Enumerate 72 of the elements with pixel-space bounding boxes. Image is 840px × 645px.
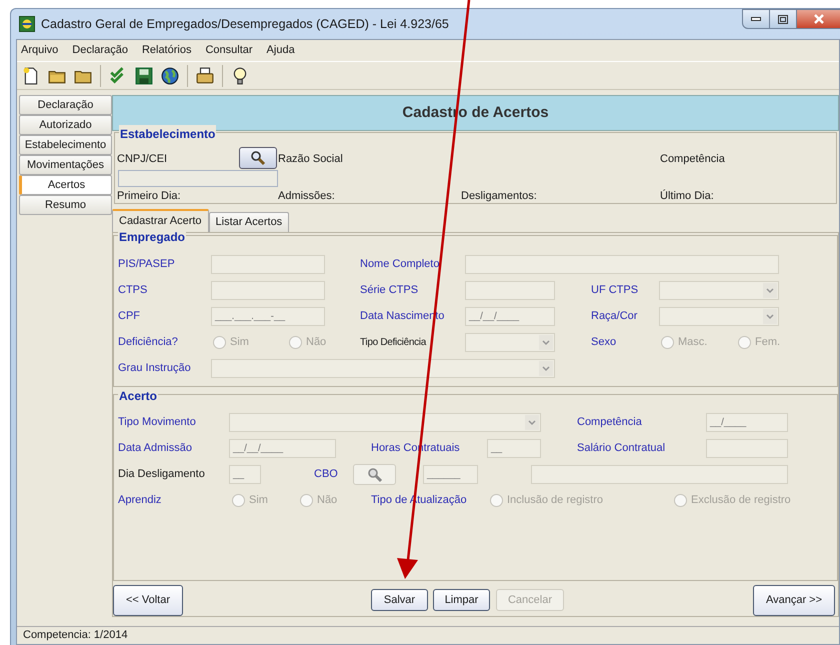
field-label: Admissões: — [278, 189, 335, 204]
maximize-button[interactable] — [770, 9, 797, 29]
chevron-down-icon — [539, 334, 553, 350]
input-field[interactable]: __/__/____ — [465, 306, 555, 326]
menu-item[interactable]: Arquivo — [21, 42, 58, 59]
sidebar-item[interactable]: Movimentações — [19, 155, 112, 175]
menu-item[interactable]: Declaração — [72, 42, 128, 59]
sidebar-item[interactable]: Declaração — [19, 95, 112, 115]
button[interactable]: Salvar — [371, 589, 428, 612]
field-label: PIS/PASEP — [118, 256, 175, 272]
field-label: Primeiro Dia: — [117, 189, 181, 204]
chevron-down-icon — [525, 415, 539, 430]
app-logo-icon — [19, 16, 35, 32]
field-label: Competência — [577, 415, 642, 430]
field-label: CTPS — [118, 282, 148, 298]
field-label: CBO — [314, 467, 338, 482]
input-field[interactable] — [211, 280, 325, 300]
field-label: Tipo Movimento — [118, 415, 196, 430]
close-button[interactable] — [797, 9, 840, 29]
input-field[interactable] — [118, 170, 278, 187]
field-label: Aprendiz — [118, 493, 162, 508]
field-label: Dia Desligamento — [118, 467, 205, 482]
field-label: Último Dia: — [660, 188, 714, 204]
input-field[interactable]: __ — [487, 439, 541, 458]
field-label: Desligamentos: — [461, 189, 537, 204]
field-label: Data Admissão — [118, 441, 192, 456]
menu-item[interactable]: Consultar — [205, 42, 253, 59]
input-field[interactable]: __/____ — [706, 413, 788, 432]
menu-item[interactable]: Ajuda — [266, 42, 295, 59]
input-field[interactable] — [465, 254, 779, 274]
input-field[interactable]: __ — [229, 465, 261, 484]
menu-item[interactable]: Relatórios — [142, 42, 192, 59]
search-icon — [366, 466, 382, 483]
input-field[interactable] — [465, 280, 555, 300]
input-field[interactable]: ___.___.___-__ — [211, 306, 325, 326]
minimize-icon — [751, 17, 761, 21]
chevron-down-icon — [763, 308, 777, 324]
field-label: Tipo Deficiência — [360, 336, 426, 350]
input-field[interactable]: ______ — [423, 465, 478, 484]
minimize-button[interactable] — [742, 9, 770, 29]
close-icon — [812, 14, 824, 24]
field-label: Razão Social — [278, 152, 343, 167]
button[interactable]: Limpar — [433, 589, 490, 612]
maximize-icon — [778, 14, 788, 24]
chevron-down-icon — [763, 282, 777, 298]
sidebar-item[interactable]: Autorizado — [19, 115, 112, 135]
sidebar-item[interactable]: Resumo — [19, 195, 112, 215]
field-label: CPF — [118, 308, 140, 324]
field-label: Sexo — [591, 334, 616, 350]
field-label: Nome Completo — [360, 256, 440, 272]
field-label: Deficiência? — [118, 334, 178, 350]
input-field[interactable] — [211, 254, 325, 274]
field-label: Raça/Cor — [591, 308, 638, 324]
field-label: Série CTPS — [360, 282, 418, 298]
input-field[interactable] — [706, 439, 788, 458]
field-label: Competência — [660, 152, 725, 167]
sidebar-item[interactable]: Acertos — [19, 175, 112, 195]
field-label: Salário Contratual — [577, 441, 666, 456]
sidebar-item[interactable]: Estabelecimento — [19, 135, 112, 155]
search-icon — [250, 150, 266, 166]
search-button[interactable] — [239, 147, 277, 169]
field-label: CNPJ/CEI — [117, 152, 168, 167]
status-text: Competencia: 1/2014 — [23, 628, 128, 644]
button[interactable]: << Voltar — [113, 584, 183, 616]
tab[interactable]: Listar Acertos — [208, 212, 290, 232]
button[interactable]: Avançar >> — [753, 584, 835, 616]
input-field[interactable]: __/__/____ — [229, 439, 336, 458]
field-label: Grau Instrução — [118, 360, 191, 376]
chevron-down-icon — [539, 360, 553, 376]
input-field[interactable] — [531, 465, 788, 484]
field-label: UF CTPS — [591, 282, 638, 298]
window-title: Cadastro Geral de Empregados/Desempregados (CAGED) - Lei 4.923/65 — [41, 16, 449, 33]
